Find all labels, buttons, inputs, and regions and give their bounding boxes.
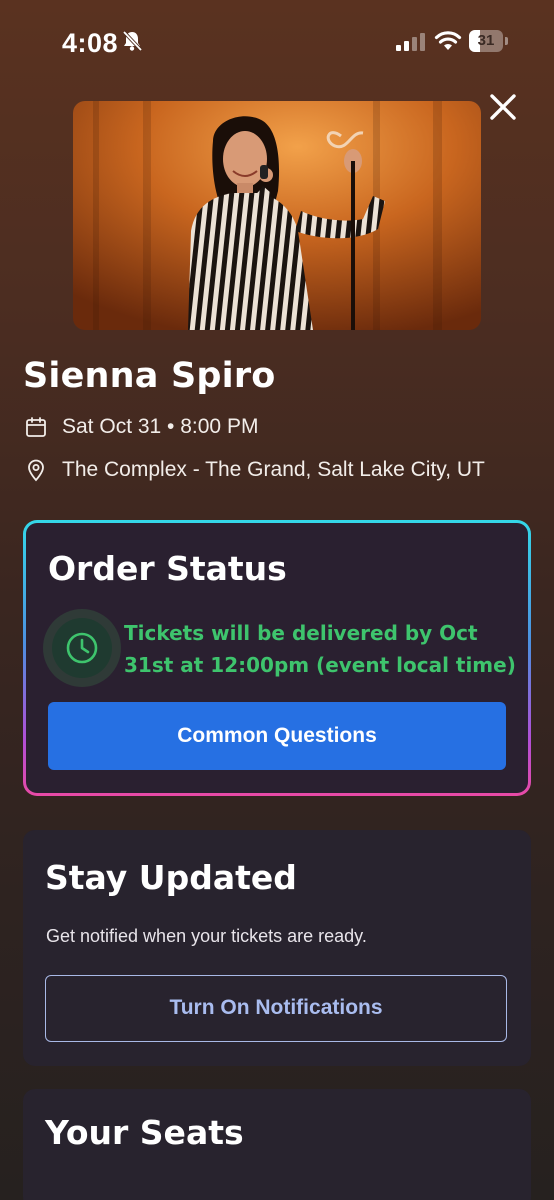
common-questions-button[interactable]: Common Questions (48, 702, 506, 770)
wifi-icon (434, 31, 462, 50)
delivery-message: Tickets will be delivered by Oct 31st at… (124, 621, 516, 677)
your-seats-heading: Your Seats (45, 1113, 244, 1152)
close-icon[interactable] (484, 88, 522, 126)
stay-updated-description: Get notified when your tickets are ready… (46, 926, 367, 946)
stay-updated-heading: Stay Updated (45, 858, 297, 897)
order-status-card: Order Status Tickets will be delivered b… (23, 520, 531, 796)
event-venue-row: The Complex - The Grand, Salt Lake City,… (24, 455, 485, 485)
battery-indicator: 31 (469, 30, 509, 52)
event-venue: The Complex - The Grand, Salt Lake City,… (62, 458, 485, 481)
cellular-signal-icon (396, 33, 425, 51)
status-time: 4:08 (62, 28, 119, 58)
event-date: Sat Oct 31 • 8:00 PM (62, 415, 259, 438)
battery-percent: 31 (477, 32, 495, 49)
event-title: Sienna Spiro (23, 356, 276, 396)
calendar-icon (26, 417, 46, 437)
clock-icon (66, 632, 98, 664)
clock-badge (43, 609, 121, 687)
status-bar: 4:08 31 (0, 0, 554, 84)
event-date-row: Sat Oct 31 • 8:00 PM (24, 412, 258, 442)
silent-bell-icon (122, 30, 142, 52)
stay-updated-card: Stay Updated Get notified when your tick… (23, 830, 531, 1066)
location-pin-icon (28, 459, 44, 482)
turn-on-notifications-button[interactable]: Turn On Notifications (45, 975, 507, 1042)
your-seats-card: Your Seats (23, 1089, 531, 1200)
artist-photo (73, 101, 481, 330)
order-status-heading: Order Status (48, 549, 287, 588)
